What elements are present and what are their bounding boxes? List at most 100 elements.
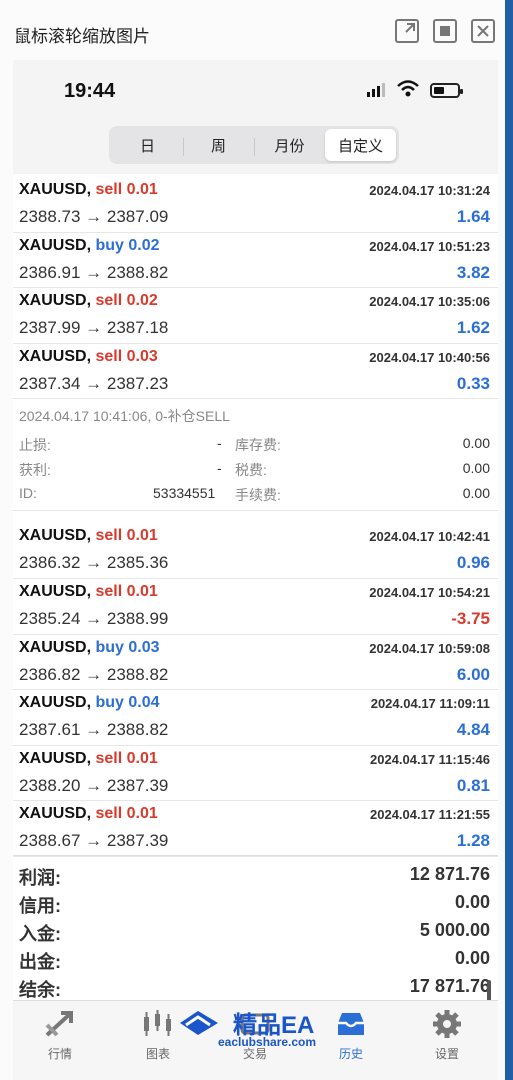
- summary-value: 17 871.76: [409, 976, 490, 996]
- trade-profit: 1.64: [456, 207, 490, 226]
- trade-row[interactable]: XAUUSD, buy 0.02 2024.04.17 10:51:23 238…: [13, 233, 498, 289]
- stoploss-value: -: [217, 435, 222, 452]
- summary-label: 入金:: [19, 924, 61, 944]
- trade-profit: 0.33: [456, 373, 490, 393]
- trade-date: 2024.04.17 10:35:06: [369, 294, 490, 310]
- trade-profit: 1.28: [456, 831, 490, 851]
- tab-quotes[interactable]: 行情: [25, 1009, 95, 1062]
- trade-prices: 2386.91 → 2388.82: [19, 262, 169, 282]
- window-title: 鼠标滚轮缩放图片: [14, 27, 150, 46]
- inbox-icon: [338, 1013, 364, 1035]
- summary-value: 5 000.00: [419, 920, 490, 940]
- trade-symbol: XAUUSD,: [19, 292, 92, 310]
- trade-profit: 4.84: [456, 720, 490, 740]
- trade-side: sell 0.01: [95, 805, 158, 823]
- account-summary: 利润: 12 871.76 信用: 0.00 入金: 5 000.00 出金: …: [13, 855, 498, 1000]
- trade-side: sell 0.01: [95, 749, 158, 767]
- watermark-logo: 精品EA eaclubshare.com: [178, 1005, 338, 1051]
- trade-row[interactable]: XAUUSD, sell 0.01 2024.04.17 10:54:21 23…: [13, 579, 498, 635]
- trade-prices: 2385.24 → 2388.99: [19, 608, 169, 628]
- wifi-icon: [397, 80, 419, 97]
- trade-row[interactable]: XAUUSD, sell 0.01 2024.04.17 10:42:41 23…: [13, 523, 498, 579]
- trade-date: 2024.04.17 10:59:08: [369, 640, 490, 656]
- trade-symbol: XAUUSD,: [19, 582, 92, 600]
- trade-side: buy 0.03: [95, 638, 160, 656]
- summary-row-withdrawal: 出金: 0.00: [13, 944, 498, 972]
- segment-day[interactable]: 日: [112, 129, 183, 161]
- trade-side: sell 0.01: [95, 181, 158, 198]
- window-edge: [505, 0, 513, 1080]
- trade-profit: 6.00: [456, 664, 490, 684]
- title-bar: 鼠标滚轮缩放图片: [0, 0, 513, 60]
- status-bar: 19:44: [13, 60, 498, 122]
- trade-symbol: XAUUSD,: [19, 749, 92, 767]
- trade-symbol: XAUUSD,: [19, 527, 92, 545]
- fee-value: 0.00: [462, 485, 490, 502]
- trade-row[interactable]: XAUUSD, sell 0.01 2024.04.17 11:21:55 23…: [13, 801, 498, 857]
- maximize-icon[interactable]: [433, 19, 457, 43]
- candlestick-icon: [144, 1010, 171, 1036]
- watermark-subtitle: eaclubshare.com: [218, 1035, 317, 1049]
- trade-side: sell 0.01: [95, 582, 158, 600]
- trade-row[interactable]: XAUUSD, buy 0.04 2024.04.17 11:09:11 238…: [13, 690, 498, 746]
- summary-row-deposit: 入金: 5 000.00: [13, 916, 498, 944]
- trade-profit: 0.81: [456, 775, 490, 795]
- trade-side: sell 0.03: [95, 347, 158, 365]
- trade-row[interactable]: XAUUSD, sell 0.01 2024.04.17 10:31:24 23…: [13, 177, 498, 233]
- trade-side: sell 0.01: [95, 527, 158, 545]
- trade-date: 2024.04.17 10:54:21: [369, 584, 490, 600]
- trade-side: sell 0.02: [95, 292, 158, 310]
- trade-prices: 2387.99 → 2387.18: [19, 318, 169, 338]
- trade-symbol: XAUUSD,: [19, 638, 92, 656]
- popout-icon[interactable]: [395, 19, 419, 43]
- status-time: 19:44: [64, 80, 116, 102]
- trade-date: 2024.04.17 10:31:24: [369, 183, 490, 198]
- tab-settings[interactable]: 设置: [412, 1009, 482, 1062]
- watermark-icon: [180, 1011, 218, 1035]
- trade-symbol: XAUUSD,: [19, 181, 92, 198]
- tab-label: 设置: [434, 1047, 459, 1061]
- trade-side: buy 0.02: [95, 236, 160, 254]
- period-selector: 日 周 月份 自定义: [13, 122, 498, 174]
- trade-profit: 0.96: [456, 553, 490, 573]
- trend-arrows-icon: [45, 1011, 73, 1037]
- detail-line: 2024.04.17 10:41:06, 0-补仓SELL: [19, 408, 230, 425]
- summary-value: 0.00: [454, 892, 490, 912]
- trade-symbol: XAUUSD,: [19, 347, 92, 365]
- trade-side: buy 0.04: [95, 694, 160, 712]
- id-value: 53334551: [153, 485, 216, 502]
- trade-row[interactable]: XAUUSD, sell 0.01 2024.04.17 11:15:46 23…: [13, 746, 498, 802]
- tax-label: 税费:: [235, 462, 267, 479]
- summary-value: 0.00: [454, 948, 490, 968]
- summary-row-credit: 信用: 0.00: [13, 888, 498, 916]
- trade-prices: 2388.20 → 2387.39: [19, 775, 169, 795]
- trade-prices: 2388.73 → 2387.09: [19, 207, 169, 226]
- takeprofit-value: -: [217, 460, 222, 477]
- trade-row[interactable]: XAUUSD, buy 0.03 2024.04.17 10:59:08 238…: [13, 635, 498, 691]
- summary-row-profit: 利润: 12 871.76: [13, 860, 498, 888]
- trade-date: 2024.04.17 10:42:41: [369, 529, 490, 545]
- swap-label: 库存费:: [235, 437, 281, 454]
- trade-prices: 2388.67 → 2387.39: [19, 831, 169, 851]
- swap-value: 0.00: [462, 435, 490, 452]
- id-label: ID:: [19, 485, 37, 502]
- summary-label: 信用:: [19, 896, 61, 916]
- trade-symbol: XAUUSD,: [19, 805, 92, 823]
- close-icon[interactable]: [471, 19, 495, 43]
- segment-month[interactable]: 月份: [254, 129, 325, 161]
- trade-list: XAUUSD, sell 0.01 2024.04.17 10:31:24 23…: [13, 177, 498, 857]
- trade-date: 2024.04.17 10:40:56: [369, 349, 490, 365]
- stoploss-label: 止损:: [19, 437, 51, 454]
- app-window: 鼠标滚轮缩放图片 19:44 日 周 月份 自定义 XAUUSD, sell 0…: [0, 0, 513, 1080]
- segment-week[interactable]: 周: [183, 129, 254, 161]
- trade-profit: -3.75: [451, 608, 490, 628]
- trade-date: 2024.04.17 11:15:46: [370, 751, 490, 767]
- segment-custom[interactable]: 自定义: [325, 129, 396, 161]
- trade-symbol: XAUUSD,: [19, 236, 92, 254]
- trade-row[interactable]: XAUUSD, sell 0.03 2024.04.17 10:40:56 23…: [13, 344, 498, 400]
- trade-row[interactable]: XAUUSD, sell 0.02 2024.04.17 10:35:06 23…: [13, 288, 498, 344]
- summary-label: 结余:: [19, 980, 61, 1000]
- trade-profit: 3.82: [456, 262, 490, 282]
- trade-date: 2024.04.17 11:09:11: [370, 696, 490, 712]
- phone-screen: 19:44 日 周 月份 自定义 XAUUSD, sell 0.01 2024.…: [13, 60, 498, 1080]
